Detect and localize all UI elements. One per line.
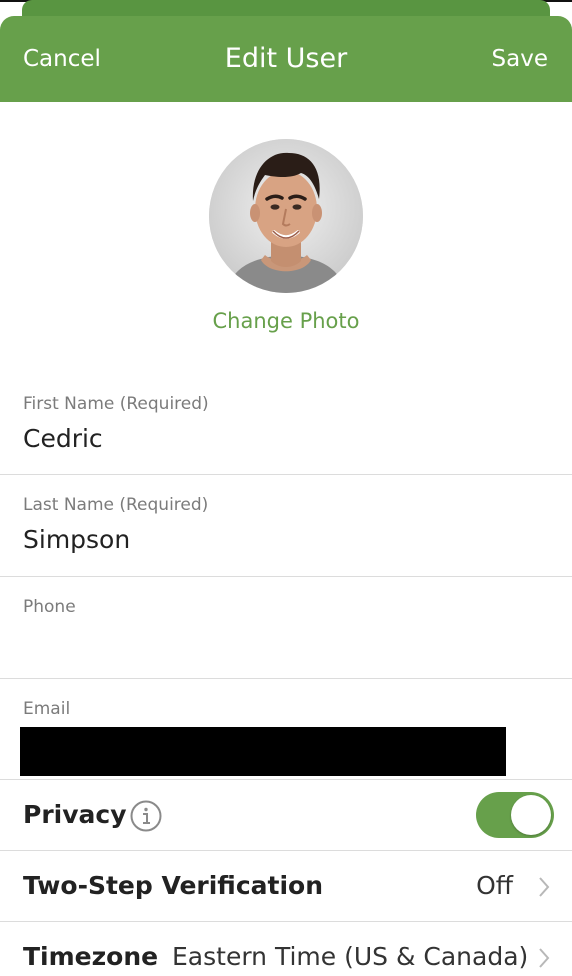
- privacy-row: Privacy: [0, 780, 572, 851]
- info-circle-icon[interactable]: [130, 800, 162, 832]
- phone-field[interactable]: Phone: [0, 577, 572, 679]
- toggle-knob: [511, 795, 551, 835]
- email-label: Email: [23, 699, 71, 719]
- privacy-toggle[interactable]: [476, 792, 554, 838]
- edit-user-screen: Cancel Edit User Save Change Photo First…: [0, 0, 572, 976]
- phone-label: Phone: [23, 597, 76, 617]
- last-name-field[interactable]: Last Name (Required) Simpson: [0, 475, 572, 577]
- chevron-right-icon: [539, 948, 550, 968]
- navigation-bar: Cancel Edit User Save: [0, 16, 572, 102]
- chevron-right-icon: [539, 877, 550, 897]
- two-step-label: Two-Step Verification: [23, 871, 324, 900]
- first-name-input[interactable]: Cedric: [23, 423, 103, 455]
- timezone-row[interactable]: Timezone Eastern Time (US & Canada): [0, 922, 572, 976]
- avatar[interactable]: [209, 139, 363, 293]
- first-name-field[interactable]: First Name (Required) Cedric: [0, 373, 572, 475]
- two-step-verification-row[interactable]: Two-Step Verification Off: [0, 851, 572, 922]
- last-name-label: Last Name (Required): [23, 495, 209, 515]
- page-title: Edit User: [224, 43, 348, 74]
- change-photo-button[interactable]: Change Photo: [0, 307, 572, 335]
- timezone-label: Timezone: [23, 942, 159, 971]
- two-step-value: Off: [476, 871, 513, 900]
- save-button[interactable]: Save: [492, 44, 548, 74]
- timezone-value: Eastern Time (US & Canada): [172, 942, 529, 971]
- avatar-photo: [209, 139, 363, 293]
- last-name-input[interactable]: Simpson: [23, 524, 130, 556]
- first-name-label: First Name (Required): [23, 394, 209, 414]
- privacy-label: Privacy: [23, 800, 127, 829]
- email-input-redacted[interactable]: [20, 727, 506, 776]
